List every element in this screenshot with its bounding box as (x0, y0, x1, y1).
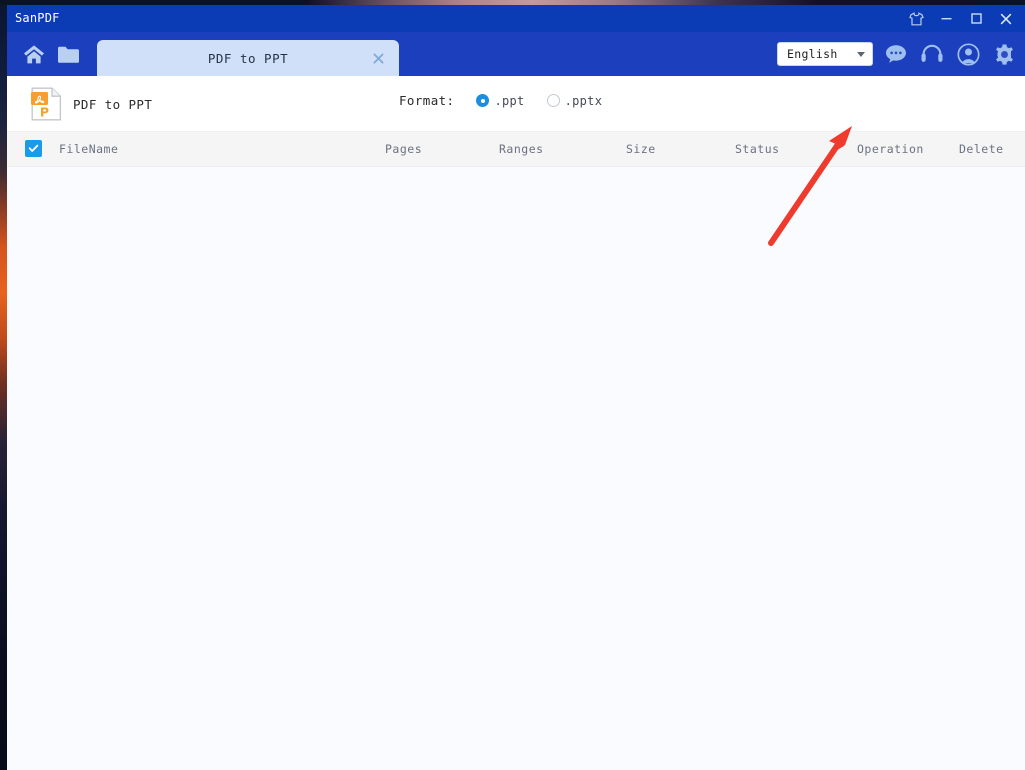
language-select[interactable]: English (777, 42, 873, 66)
format-option-ppt[interactable]: .ppt (476, 94, 524, 108)
check-icon (28, 144, 39, 152)
language-value: English (787, 47, 838, 61)
title-bar: SanPDF (7, 5, 1025, 32)
file-list-empty-area[interactable] (7, 167, 1025, 767)
account-icon[interactable] (955, 41, 981, 67)
column-header-pages[interactable]: Pages (385, 142, 422, 156)
home-icon[interactable] (17, 32, 51, 76)
tab-label: PDF to PPT (207, 50, 289, 66)
column-header-ranges[interactable]: Ranges (499, 142, 544, 156)
pdf-to-ppt-file-icon: P (31, 87, 62, 121)
select-all-checkbox[interactable] (25, 140, 42, 157)
gear-icon[interactable] (991, 41, 1017, 67)
tab-pdf-to-ppt[interactable]: PDF to PPT (97, 40, 399, 76)
column-header-filename[interactable]: FileName (59, 142, 118, 156)
folder-open-icon[interactable] (51, 32, 85, 76)
tab-bar-right-controls: English (777, 32, 1017, 76)
column-header-delete[interactable]: Delete (959, 142, 1004, 156)
column-header-operation[interactable]: Operation (857, 142, 924, 156)
chevron-down-icon (857, 52, 865, 57)
tab-close-icon[interactable] (369, 49, 387, 67)
chat-icon[interactable] (883, 41, 909, 67)
conversion-type-label: PDF to PPT (73, 96, 153, 112)
format-label: Format: (399, 93, 455, 108)
svg-text:P: P (40, 105, 49, 120)
file-table-header: FileName Pages Ranges Size Status Operat… (7, 131, 1025, 167)
format-group: Format: .ppt .pptx (399, 93, 624, 108)
format-option-pptx[interactable]: .pptx (546, 93, 603, 108)
headset-icon[interactable] (919, 41, 945, 67)
radio-ppt[interactable] (476, 94, 490, 107)
sanpdf-application-window: SanPDF PDF to PPT English P PDF to PPT F… (7, 5, 1025, 770)
radio-pptx[interactable] (546, 94, 560, 107)
maximize-icon[interactable] (961, 5, 991, 32)
column-header-status[interactable]: Status (735, 142, 780, 156)
action-toolbar: P PDF to PPT Format: .ppt .pptx Same Dir… (7, 76, 1025, 201)
minimize-icon[interactable] (931, 5, 961, 32)
column-header-size[interactable]: Size (626, 142, 656, 156)
app-title: SanPDF (15, 11, 60, 25)
radio-ppt-label: .ppt (494, 93, 525, 108)
window-controls (901, 5, 1021, 32)
tab-bar: PDF to PPT English (7, 32, 1025, 76)
close-icon[interactable] (991, 5, 1021, 32)
conversion-type: P PDF to PPT (31, 87, 152, 121)
skin-icon[interactable] (901, 5, 931, 32)
radio-pptx-label: .pptx (564, 93, 603, 108)
